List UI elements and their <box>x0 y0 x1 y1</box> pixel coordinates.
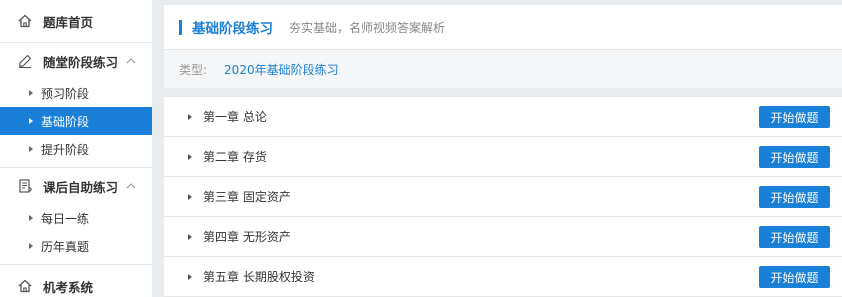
sidebar-group-class-practice: 随堂阶段练习 预习阶段 基础阶段 提升阶段 <box>0 43 152 168</box>
sidebar-group-head-self-practice[interactable]: 课后自助练习 <box>0 168 152 204</box>
start-practice-button[interactable]: 开始做题 <box>759 226 830 248</box>
sidebar-item-label: 预习阶段 <box>41 86 90 101</box>
type-filter-bar: 类型: 2020年基础阶段练习 <box>164 50 842 88</box>
sidebar-item-preview[interactable]: 预习阶段 <box>0 79 152 107</box>
caret-right-icon <box>188 233 192 240</box>
start-practice-button[interactable]: 开始做题 <box>759 146 830 168</box>
caret-right-icon <box>188 193 192 200</box>
caret-right-icon <box>29 215 33 221</box>
chapter-title: 第三章 固定资产 <box>203 190 291 204</box>
sidebar-group-label: 课后自助练习 <box>43 179 119 195</box>
home-icon <box>16 277 34 295</box>
sidebar-item-label: 基础阶段 <box>41 114 90 129</box>
sidebar-item-label: 历年真题 <box>41 239 90 254</box>
type-option-2020-basic[interactable]: 2020年基础阶段练习 <box>224 61 339 78</box>
chapter-row[interactable]: 第五章 长期股权投资 开始做题 <box>164 257 842 297</box>
caret-right-icon <box>188 153 192 160</box>
sidebar-group-head-class-practice[interactable]: 随堂阶段练习 <box>0 43 152 79</box>
chapter-title: 第二章 存货 <box>203 150 267 164</box>
title-accent-bar <box>179 19 182 35</box>
caret-right-icon <box>29 243 33 249</box>
chapter-title: 第五章 长期股权投资 <box>203 270 315 284</box>
chapter-list: 第一章 总论 开始做题 第二章 存货 开始做题 第三章 固定资产 开始做题 第四… <box>164 97 842 297</box>
main-content: 基础阶段练习 夯实基础，名师视频答案解析 类型: 2020年基础阶段练习 第一章… <box>164 5 842 297</box>
home-icon <box>16 12 34 30</box>
page-header: 基础阶段练习 夯实基础，名师视频答案解析 <box>164 5 842 50</box>
caret-right-icon <box>29 118 33 124</box>
caret-right-icon <box>29 90 33 96</box>
sidebar-item-label: 提升阶段 <box>41 142 90 157</box>
chapter-title: 第四章 无形资产 <box>203 230 291 244</box>
sidebar-item-exam-system[interactable]: 机考系统 <box>0 265 152 297</box>
notes-icon <box>16 177 34 195</box>
sidebar: 题库首页 随堂阶段练习 预习阶段 基础阶段 提升阶段 课后自助练习 每日一练 历… <box>0 0 152 297</box>
sidebar-item-daily[interactable]: 每日一练 <box>0 204 152 232</box>
sidebar-item-label: 机考系统 <box>43 279 94 295</box>
page-subtitle: 夯实基础，名师视频答案解析 <box>289 20 446 35</box>
sidebar-item-label: 题库首页 <box>43 14 94 30</box>
sidebar-item-advanced[interactable]: 提升阶段 <box>0 135 152 163</box>
chapter-row[interactable]: 第四章 无形资产 开始做题 <box>164 217 842 257</box>
chapter-row[interactable]: 第二章 存货 开始做题 <box>164 137 842 177</box>
chevron-up-icon[interactable] <box>122 58 140 64</box>
chapter-title: 第一章 总论 <box>203 110 267 124</box>
caret-right-icon <box>188 113 192 120</box>
caret-right-icon <box>188 273 192 280</box>
chapter-row[interactable]: 第三章 固定资产 开始做题 <box>164 177 842 217</box>
chapter-row[interactable]: 第一章 总论 开始做题 <box>164 97 842 137</box>
start-practice-button[interactable]: 开始做题 <box>759 186 830 208</box>
chevron-up-icon[interactable] <box>122 183 140 189</box>
sidebar-group-label: 随堂阶段练习 <box>43 54 119 70</box>
type-label: 类型: <box>179 62 208 77</box>
sidebar-group-self-practice: 课后自助练习 每日一练 历年真题 <box>0 168 152 265</box>
sidebar-item-home[interactable]: 题库首页 <box>0 0 152 43</box>
start-practice-button[interactable]: 开始做题 <box>759 266 830 288</box>
sidebar-item-past-exams[interactable]: 历年真题 <box>0 232 152 260</box>
caret-right-icon <box>29 146 33 152</box>
edit-icon <box>16 52 34 70</box>
start-practice-button[interactable]: 开始做题 <box>759 106 830 128</box>
page-title: 基础阶段练习 <box>192 21 273 37</box>
sidebar-item-basic[interactable]: 基础阶段 <box>0 107 152 135</box>
sidebar-item-label: 每日一练 <box>41 211 90 226</box>
